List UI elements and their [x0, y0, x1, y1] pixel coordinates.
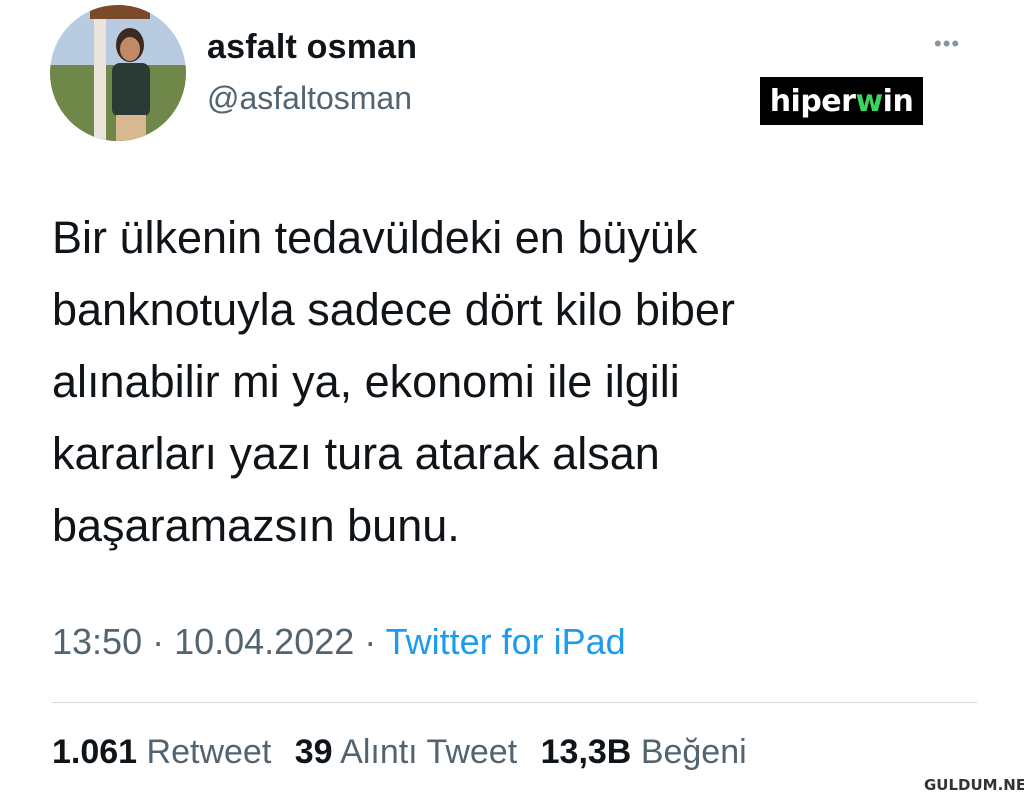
hiperwin-logo: hiperwin: [760, 77, 923, 125]
meta-separator: ·: [354, 621, 386, 662]
display-name[interactable]: asfalt osman: [207, 28, 417, 67]
meta-separator: ·: [142, 621, 175, 662]
tweet-source-link[interactable]: Twitter for iPad: [386, 621, 626, 662]
tweet-stats: 1.061 Retweet 39 Alıntı Tweet 13,3B Beğe…: [52, 733, 761, 772]
hiperwin-logo-text: hiperwin: [769, 83, 914, 119]
divider: [52, 702, 977, 703]
user-handle[interactable]: @asfaltosman: [207, 80, 412, 117]
tweet-time[interactable]: 13:50: [52, 621, 142, 662]
quote-tweets-stat[interactable]: 39 Alıntı Tweet: [295, 733, 517, 771]
tweet-meta: 13:50 · 10.04.2022 · Twitter for iPad: [52, 621, 626, 663]
avatar[interactable]: [50, 5, 186, 141]
avatar-photo: [50, 5, 186, 141]
likes-stat[interactable]: 13,3B Beğeni: [541, 733, 747, 771]
site-watermark: GULDUM.NET: [924, 776, 1024, 794]
more-options-icon[interactable]: •••: [934, 33, 960, 55]
tweet-date[interactable]: 10.04.2022: [174, 621, 354, 662]
tweet-text: Bir ülkenin tedavüldeki en büyük banknot…: [52, 212, 735, 551]
retweets-stat[interactable]: 1.061 Retweet: [52, 733, 271, 771]
